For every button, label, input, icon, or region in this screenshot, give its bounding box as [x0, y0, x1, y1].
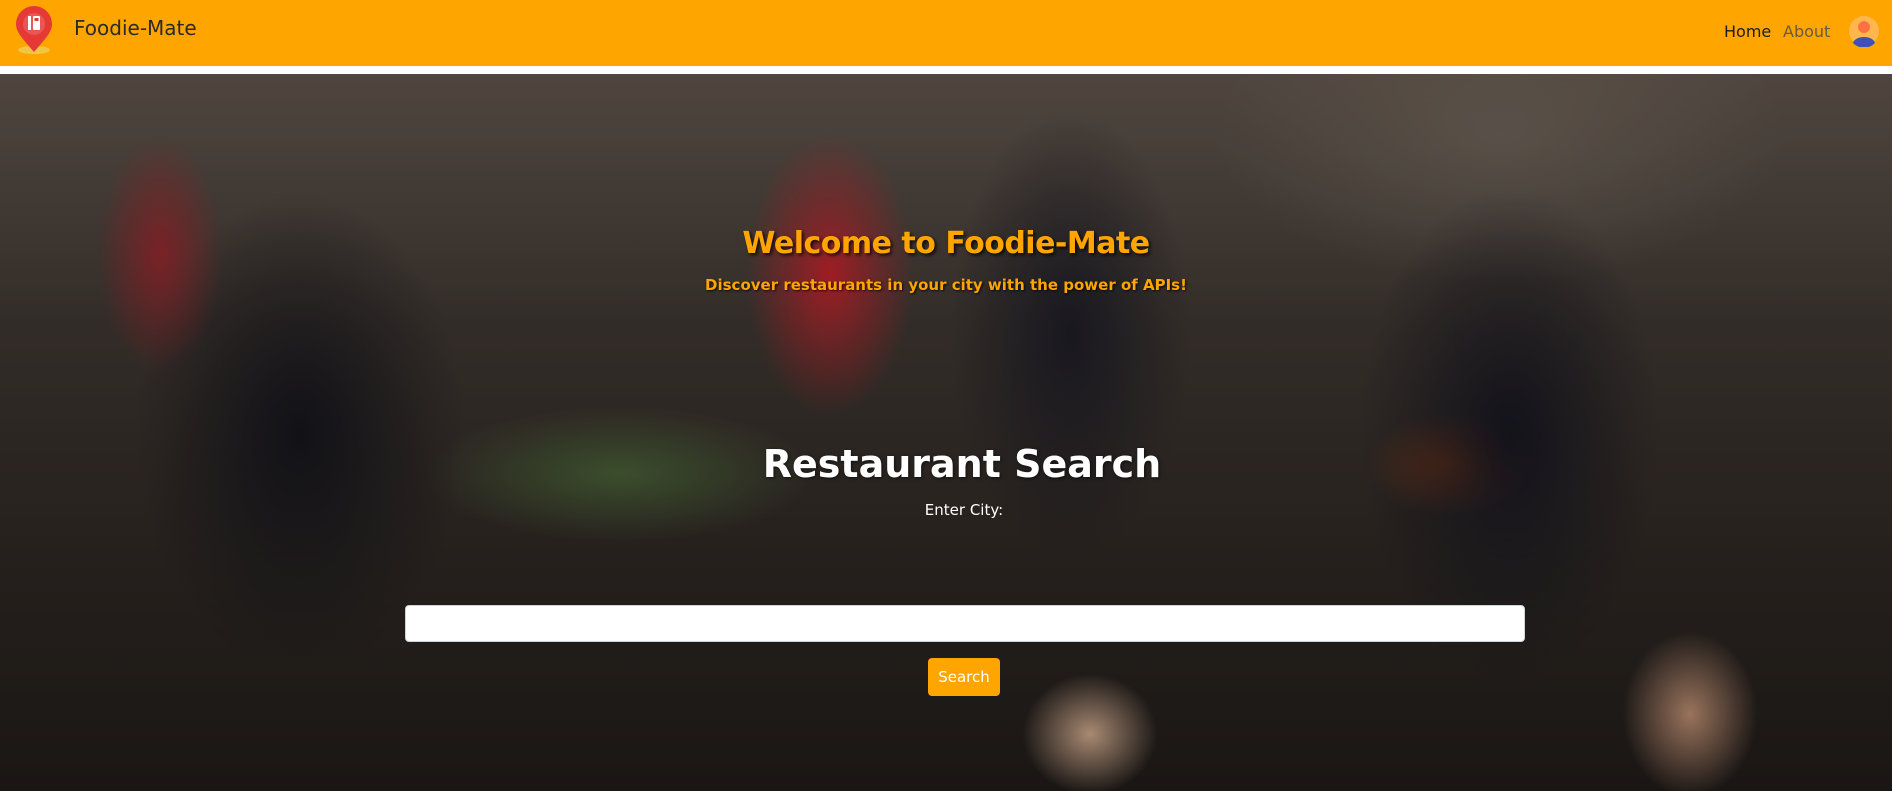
- nav-link-about[interactable]: About: [1783, 22, 1830, 41]
- user-avatar-icon[interactable]: [1848, 15, 1880, 47]
- search-heading: Restaurant Search: [762, 442, 1162, 486]
- welcome-title: Welcome to Foodie-Mate: [742, 226, 1150, 261]
- logo-icon[interactable]: [12, 6, 56, 56]
- city-label: Enter City:: [924, 501, 1004, 519]
- tagline: Discover restaurants in your city with t…: [705, 276, 1187, 294]
- hero-banner: Welcome to Foodie-Mate Discover restaura…: [0, 74, 1892, 791]
- search-button[interactable]: Search: [928, 658, 1000, 696]
- brand-name[interactable]: Foodie-Mate: [74, 16, 197, 40]
- top-navbar: Foodie-Mate Home About: [0, 0, 1892, 70]
- city-input[interactable]: [405, 605, 1525, 642]
- nav-link-home[interactable]: Home: [1724, 22, 1771, 41]
